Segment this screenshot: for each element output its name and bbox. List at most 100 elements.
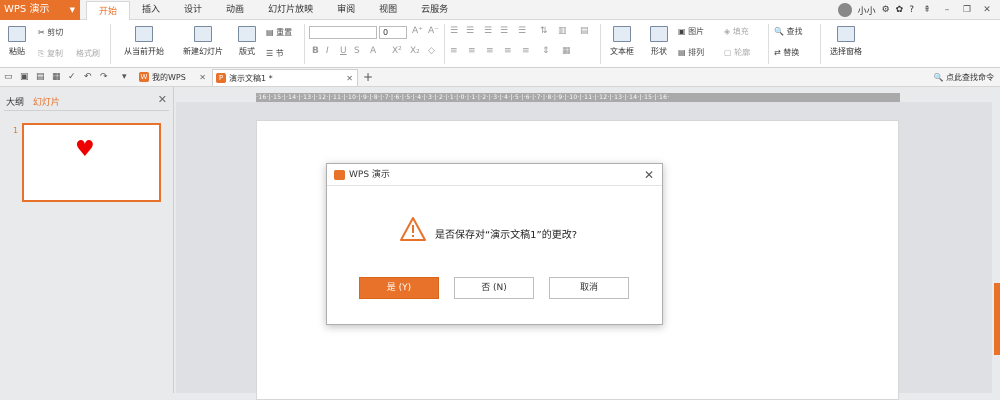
layout-button[interactable]: 版式	[233, 26, 261, 57]
print-icon[interactable]: ▤	[36, 72, 47, 82]
shape-icon	[650, 26, 668, 42]
yes-button[interactable]: 是 (Y)	[359, 277, 439, 299]
tab-animation[interactable]: 动画	[214, 0, 256, 20]
replace-button[interactable]: ⇄ 替换	[774, 47, 799, 58]
reset-button[interactable]: ▤ 重置	[266, 27, 292, 38]
fill-button[interactable]: ◈ 填充	[724, 26, 749, 37]
bold-icon[interactable]: B	[312, 46, 319, 56]
help-button[interactable]: ?	[909, 5, 914, 15]
copy-button[interactable]: ⎘ 复制	[38, 48, 63, 59]
font-color-icon[interactable]: A	[370, 46, 376, 56]
tab-review[interactable]: 审阅	[325, 0, 367, 20]
numbering-icon[interactable]: ☰	[466, 26, 474, 36]
clear-format-icon[interactable]: ◇	[428, 46, 435, 56]
font-size-combo[interactable]: 0	[379, 26, 407, 39]
line-spacing-icon[interactable]: ☰	[518, 26, 526, 36]
command-search[interactable]: 🔍 点此查找命令	[933, 68, 994, 87]
section-button[interactable]: ☰ 节	[266, 48, 284, 59]
close-icon[interactable]: ✕	[199, 69, 206, 86]
title-bar: WPS 演示 ▼ 开始 插入 设计 动画 幻灯片放映 审阅 视图 云服务 小小 …	[0, 0, 1000, 21]
paragraph-spacing-icon[interactable]: ⇕	[542, 46, 550, 56]
smart-art-icon[interactable]: ▦	[562, 46, 571, 56]
underline-icon[interactable]: U	[340, 46, 347, 56]
increase-indent-icon[interactable]: ☰	[500, 26, 508, 36]
close-icon[interactable]: ✕	[980, 5, 994, 15]
shrink-font-icon[interactable]: A⁻	[428, 26, 439, 36]
selection-pane-button[interactable]: 选择窗格	[826, 26, 866, 57]
new-slide-button[interactable]: 新建幻灯片	[174, 26, 232, 57]
close-icon[interactable]: ✕	[346, 70, 353, 87]
close-icon[interactable]: ✕	[158, 93, 167, 106]
subscript-icon[interactable]: X₂	[410, 46, 420, 56]
align-center-icon[interactable]: ≡	[468, 46, 476, 56]
arrange-button[interactable]: ▤ 排列	[678, 47, 704, 58]
tab-slides[interactable]: 幻灯片	[33, 98, 60, 108]
align-left-icon[interactable]: ≡	[450, 46, 458, 56]
dialog-titlebar: WPS 演示 ✕	[327, 164, 662, 186]
preview-icon[interactable]: ▦	[52, 72, 63, 82]
columns-icon[interactable]: ▥	[558, 26, 567, 36]
outline-button[interactable]: ▢ 轮廓	[724, 47, 750, 58]
superscript-icon[interactable]: X²	[392, 46, 402, 56]
dialog-message: 是否保存对“演示文稿1”的更改?	[435, 230, 578, 241]
text-box-icon	[613, 26, 631, 42]
paste-button[interactable]: 粘贴	[4, 26, 30, 57]
tab-cloud[interactable]: 云服务	[409, 0, 460, 20]
find-button[interactable]: 🔍 查找	[774, 26, 803, 37]
scrollbar-handle[interactable]	[994, 283, 1000, 355]
search-icon: 🔍	[933, 73, 944, 82]
open-icon[interactable]: ▭	[4, 72, 15, 82]
divider	[110, 24, 111, 64]
tab-design[interactable]: 设计	[172, 0, 214, 20]
text-box-button[interactable]: 文本框	[605, 26, 639, 57]
slide-thumbnail[interactable]: ♥	[22, 123, 161, 202]
tab-current-document[interactable]: P 演示文稿1 * ✕	[212, 69, 358, 86]
from-current-button[interactable]: 从当前开始	[116, 26, 172, 57]
tab-outline[interactable]: 大纲	[6, 98, 24, 108]
user-name[interactable]: 小小	[858, 4, 876, 17]
redo-icon[interactable]: ↷	[100, 72, 111, 82]
pin-icon[interactable]: ⇞	[920, 5, 934, 15]
tab-view[interactable]: 视图	[367, 0, 409, 20]
save-dialog: WPS 演示 ✕ 是否保存对“演示文稿1”的更改? 是 (Y) 否 (N) 取消	[326, 163, 663, 325]
avatar[interactable]	[837, 3, 852, 17]
minimize-icon[interactable]: –	[940, 5, 954, 15]
close-icon[interactable]: ✕	[644, 164, 654, 186]
grow-font-icon[interactable]: A⁺	[412, 26, 423, 36]
divider	[444, 24, 445, 64]
chevron-down-icon[interactable]: ▾	[122, 72, 133, 82]
justify-icon[interactable]: ≡	[504, 46, 512, 56]
maximize-icon[interactable]: ❐	[960, 5, 974, 15]
no-button[interactable]: 否 (N)	[454, 277, 534, 299]
format-painter-button[interactable]: 格式刷	[76, 48, 100, 59]
panel-tabs: 大纲 幻灯片	[6, 95, 66, 108]
new-tab-icon[interactable]: +	[363, 71, 374, 83]
tab-slideshow[interactable]: 幻灯片放映	[256, 0, 325, 20]
decrease-indent-icon[interactable]: ☰	[484, 26, 492, 36]
horizontal-ruler[interactable]: ·16·|·15·|·14·|·13·|·12·|·11·|·10·|·9·|·…	[256, 93, 900, 102]
divider	[4, 110, 169, 111]
shape-button[interactable]: 形状	[644, 26, 674, 57]
spell-icon[interactable]: ✓	[68, 72, 79, 82]
ribbon-toolbar: 粘贴 ✂ 剪切 ⎘ 复制 格式刷 从当前开始 新建幻灯片 版式 ▤ 重置 ☰ 节…	[0, 20, 1000, 68]
distribute-icon[interactable]: ≡	[522, 46, 530, 56]
bullets-icon[interactable]: ☰	[450, 26, 458, 36]
settings-icon[interactable]: ⚙	[882, 5, 890, 15]
skin-icon[interactable]: ✿	[896, 5, 904, 15]
align-text-icon[interactable]: ▤	[580, 26, 589, 36]
font-name-combo[interactable]	[309, 26, 377, 39]
text-direction-icon[interactable]: ⇅	[540, 26, 548, 36]
menu-tabs: 开始 插入 设计 动画 幻灯片放映 审阅 视图 云服务	[86, 0, 460, 21]
tab-my-wps[interactable]: W 我的WPS ✕	[136, 69, 210, 86]
tab-insert[interactable]: 插入	[130, 0, 172, 20]
cancel-button[interactable]: 取消	[549, 277, 629, 299]
align-right-icon[interactable]: ≡	[486, 46, 494, 56]
undo-icon[interactable]: ↶	[84, 72, 95, 82]
italic-icon[interactable]: I	[326, 46, 329, 56]
shadow-icon[interactable]: S	[354, 46, 360, 56]
save-icon[interactable]: ▣	[20, 72, 31, 82]
app-menu-button[interactable]: WPS 演示 ▼	[0, 0, 80, 20]
picture-button[interactable]: ▣ 图片	[678, 26, 704, 37]
tab-home[interactable]: 开始	[86, 1, 131, 21]
cut-button[interactable]: ✂ 剪切	[38, 27, 63, 38]
